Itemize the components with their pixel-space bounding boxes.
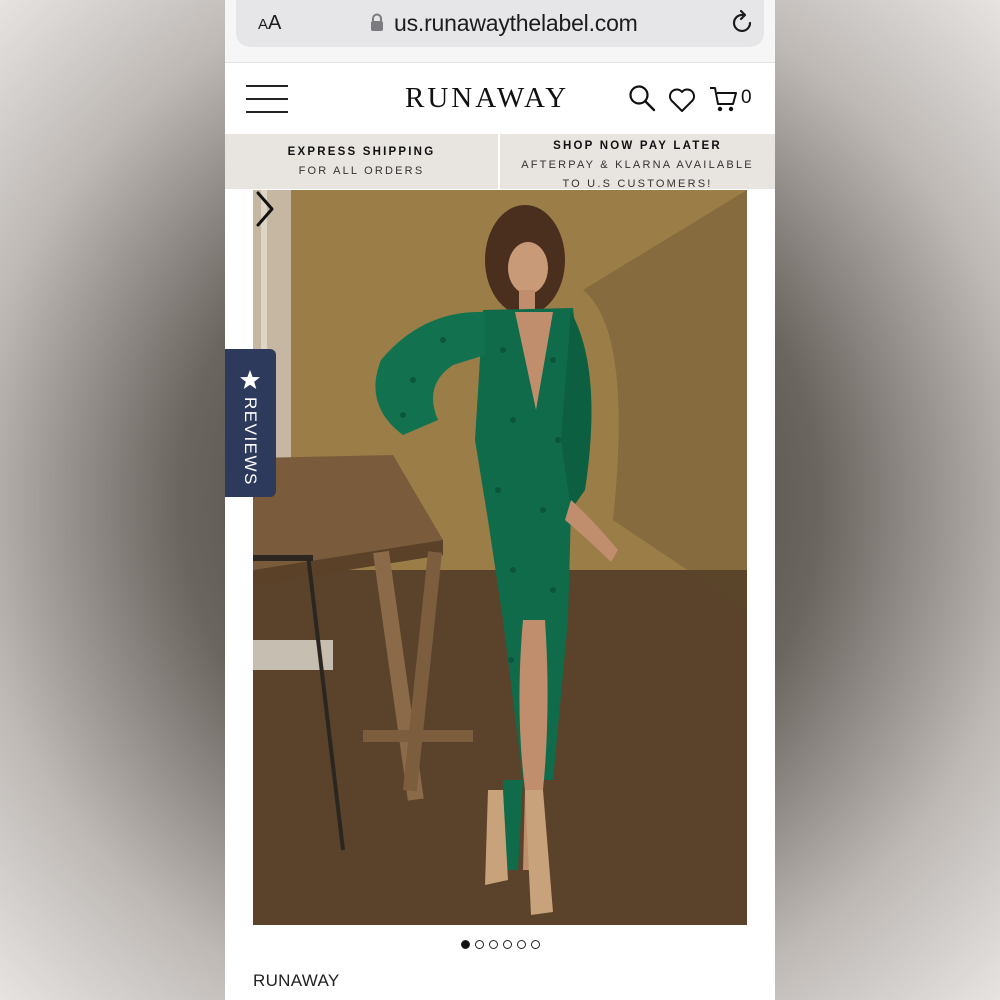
cart-icon[interactable] <box>709 85 739 113</box>
promo-shipping[interactable]: EXPRESS SHIPPING FOR ALL ORDERS <box>225 134 498 189</box>
lock-icon <box>371 13 383 31</box>
phone-screen: AA us.runawaythelabel.com RUNAWAY 0 EXPR… <box>225 0 775 1000</box>
cart-count[interactable]: 0 <box>741 87 752 109</box>
site-header: RUNAWAY 0 <box>225 62 775 134</box>
carousel-dot[interactable] <box>489 940 498 949</box>
carousel-dot[interactable] <box>531 940 540 949</box>
star-icon <box>240 370 260 389</box>
url-text[interactable]: us.runawaythelabel.com <box>394 10 638 37</box>
promo-pay-later-sub-line2: TO U.S CUSTOMERS! <box>562 178 713 190</box>
promo-shipping-title: EXPRESS SHIPPING <box>287 146 436 158</box>
reviews-tab[interactable]: REVIEWS <box>225 349 276 497</box>
reload-icon[interactable] <box>730 10 756 36</box>
promo-pay-later-sub-line1: AFTERPAY & KLARNA AVAILABLE <box>521 159 754 171</box>
product-photo <box>253 190 747 925</box>
browser-address-bar: AA us.runawaythelabel.com <box>225 0 775 62</box>
promo-banner: EXPRESS SHIPPING FOR ALL ORDERS SHOP NOW… <box>225 134 775 190</box>
url-pill[interactable]: AA us.runawaythelabel.com <box>236 0 764 47</box>
carousel-dot[interactable] <box>517 940 526 949</box>
carousel-dot[interactable] <box>461 940 470 949</box>
brand-logo[interactable]: RUNAWAY <box>405 82 569 115</box>
heart-icon[interactable] <box>668 86 696 114</box>
promo-pay-later[interactable]: SHOP NOW PAY LATER AFTERPAY & KLARNA AVA… <box>500 134 775 190</box>
promo-pay-later-title: SHOP NOW PAY LATER <box>553 140 722 152</box>
product-brand[interactable]: RUNAWAY <box>253 971 339 991</box>
product-image-carousel[interactable] <box>253 190 747 925</box>
carousel-dot[interactable] <box>475 940 484 949</box>
hamburger-menu-icon[interactable] <box>246 83 290 115</box>
text-size-button[interactable]: AA <box>258 12 281 35</box>
reviews-tab-label: REVIEWS <box>241 397 260 486</box>
carousel-pagination <box>461 940 540 952</box>
carousel-dot[interactable] <box>503 940 512 949</box>
search-icon[interactable] <box>628 84 656 112</box>
next-image-arrow-icon[interactable] <box>253 190 277 228</box>
promo-shipping-sub: FOR ALL ORDERS <box>298 165 425 177</box>
